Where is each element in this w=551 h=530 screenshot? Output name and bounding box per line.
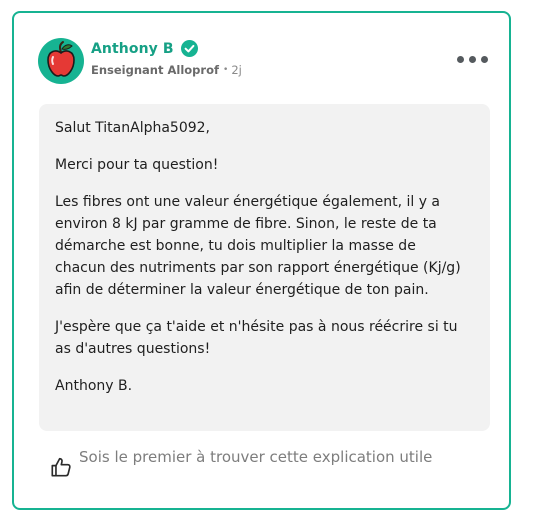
- check-circle-icon: [180, 40, 198, 57]
- answer-body: Salut TitanAlpha5092, Merci pour ta ques…: [39, 104, 490, 431]
- answer-paragraph: Anthony B.: [55, 378, 133, 394]
- meta-separator: •: [223, 65, 229, 75]
- answer-paragraph: J'espère que ça t'aide et n'hésite pas à…: [55, 319, 458, 357]
- helpful-label: Sois le premier à trouver cette explicat…: [79, 448, 433, 466]
- post-time: 2j: [231, 63, 242, 77]
- answer-text: Salut TitanAlpha5092, Merci pour ta ques…: [55, 117, 470, 412]
- answer-paragraph: Merci pour ta question!: [55, 157, 219, 173]
- more-options-button[interactable]: [455, 51, 489, 69]
- apple-icon: [47, 41, 75, 77]
- avatar[interactable]: [38, 38, 84, 84]
- author-name[interactable]: Anthony B: [91, 41, 174, 57]
- more-horizontal-icon-dot: [469, 56, 476, 63]
- answer-paragraph: Salut TitanAlpha5092,: [55, 120, 211, 136]
- more-horizontal-icon: [457, 56, 464, 63]
- answer-paragraph: Les fibres ont une valeur énergétique ég…: [55, 194, 461, 298]
- author-header: Anthony B: [91, 40, 198, 57]
- more-horizontal-icon-dot: [481, 56, 488, 63]
- thumbs-up-icon: [51, 457, 71, 477]
- answer-card: Anthony B Enseignant Alloprof • 2j Salut…: [12, 11, 511, 510]
- author-meta: Enseignant Alloprof • 2j: [91, 63, 242, 77]
- author-role: Enseignant Alloprof: [91, 63, 219, 77]
